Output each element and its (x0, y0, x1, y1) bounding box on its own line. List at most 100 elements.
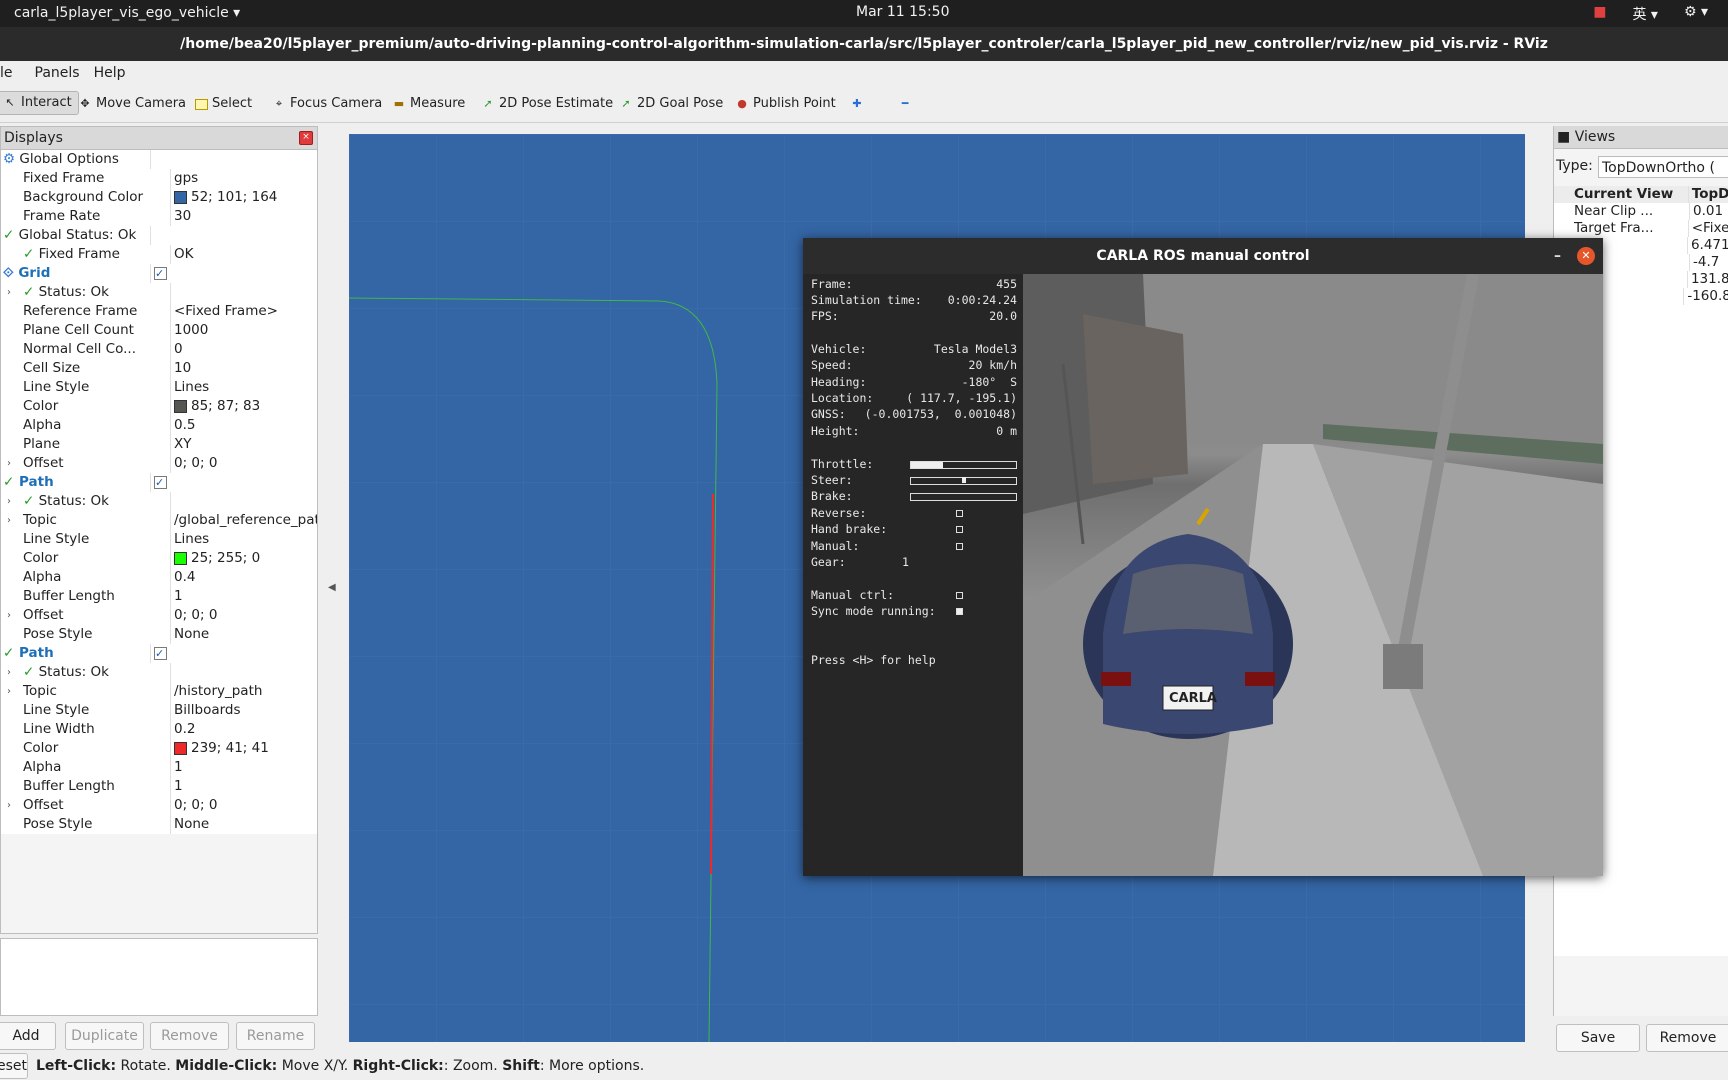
display-row-value[interactable]: Lines (171, 378, 317, 397)
save-view-button[interactable]: Save (1556, 1024, 1640, 1052)
display-row[interactable]: › Topic/history_path (1, 682, 317, 701)
display-row[interactable]: Color 85; 87; 83 (1, 397, 317, 416)
display-row-value[interactable]: 239; 41; 41 (171, 739, 317, 758)
display-row-value[interactable]: Lines (171, 530, 317, 549)
display-row-value[interactable]: None (171, 815, 317, 834)
goal-pose-tool[interactable]: ➚ 2D Goal Pose (619, 93, 723, 115)
display-row[interactable]: Line Width 0.2 (1, 720, 317, 739)
display-row[interactable]: › ✓ Status: Ok (1, 492, 317, 511)
display-row[interactable]: ✓ Path (1, 644, 317, 663)
collapse-left-icon[interactable]: ◀ (328, 582, 336, 593)
display-row[interactable]: Normal Cell Co... 0 (1, 340, 317, 359)
display-row-value[interactable]: /global_reference_path (171, 511, 317, 530)
view-type-select[interactable]: TopDownOrtho ( (1598, 156, 1728, 178)
display-row-value[interactable]: 1000 (171, 321, 317, 340)
add-tool-button[interactable]: ✚ (850, 93, 864, 115)
display-row[interactable]: Reference Frame <Fixed Frame> (1, 302, 317, 321)
display-row[interactable]: Fixed Frame gps (1, 169, 317, 188)
expand-arrow-icon[interactable]: › (7, 511, 11, 530)
measure-tool[interactable]: ▬ Measure (392, 93, 465, 115)
display-row[interactable]: Plane XY (1, 435, 317, 454)
menu-panels[interactable]: Panels (35, 61, 80, 86)
display-row[interactable]: ⚙ Global Options (1, 150, 317, 169)
display-row[interactable]: Alpha 0.5 (1, 416, 317, 435)
display-row[interactable]: Line Style Billboards (1, 701, 317, 720)
focus-camera-tool[interactable]: ⌖ Focus Camera (272, 93, 382, 115)
expand-arrow-icon[interactable]: › (7, 796, 11, 815)
display-row-value[interactable] (151, 473, 317, 492)
display-row[interactable]: Plane Cell Count 1000 (1, 321, 317, 340)
display-row[interactable]: ✓ Global Status: Ok (1, 226, 317, 245)
display-row-value[interactable] (151, 226, 317, 245)
expand-arrow-icon[interactable]: › (7, 283, 11, 302)
display-row[interactable]: › Offset 0; 0; 0 (1, 606, 317, 625)
clock[interactable]: Mar 11 15:50 (856, 4, 949, 20)
display-row[interactable]: Buffer Length 1 (1, 777, 317, 796)
display-row-value[interactable]: 30 (171, 207, 317, 226)
network-icon[interactable]: ⚙ ▾ (1684, 4, 1708, 24)
display-row[interactable]: Buffer Length 1 (1, 587, 317, 606)
display-row[interactable]: › Topic/global_reference_path (1, 511, 317, 530)
expand-arrow-icon[interactable]: › (7, 492, 11, 511)
display-row-value[interactable]: 0; 0; 0 (171, 454, 317, 473)
app-menu[interactable]: carla_l5player_vis_ego_vehicle ▾ (14, 5, 240, 21)
display-row[interactable]: Color 239; 41; 41 (1, 739, 317, 758)
enable-checkbox[interactable] (154, 473, 167, 492)
camera-icon[interactable]: ■ (1593, 4, 1606, 24)
display-row[interactable]: Line Style Lines (1, 530, 317, 549)
color-swatch[interactable] (174, 190, 187, 204)
display-row-value[interactable]: 1 (171, 758, 317, 777)
expand-arrow-icon[interactable]: › (7, 663, 11, 682)
display-row[interactable]: › ✓ Status: Ok (1, 283, 317, 302)
display-row-value[interactable]: None (171, 625, 317, 644)
enable-checkbox[interactable] (154, 644, 167, 663)
remove-view-button[interactable]: Remove (1646, 1024, 1728, 1052)
display-row-value[interactable] (151, 644, 317, 663)
remove-display-button[interactable]: Remove (150, 1022, 229, 1050)
display-row-value[interactable]: 85; 87; 83 (171, 397, 317, 416)
select-tool[interactable]: Select (195, 93, 252, 115)
publish-point-tool[interactable]: ● Publish Point (735, 93, 836, 115)
display-row-value[interactable]: 10 (171, 359, 317, 378)
close-icon[interactable]: × (299, 131, 313, 145)
display-row-value[interactable] (171, 492, 317, 511)
expand-arrow-icon[interactable]: › (7, 606, 11, 625)
display-row[interactable]: ✓ Path (1, 473, 317, 492)
color-swatch[interactable] (174, 741, 187, 755)
display-row[interactable]: ⟐ Grid (1, 264, 317, 283)
move-camera-tool[interactable]: ✥ Move Camera (78, 93, 186, 115)
display-row-value[interactable] (171, 663, 317, 682)
close-icon[interactable]: ✕ (1577, 247, 1595, 265)
remove-tool-button[interactable]: ━ (898, 93, 912, 115)
reset-button[interactable]: eset (0, 1053, 28, 1079)
display-row[interactable]: Pose Style None (1, 625, 317, 644)
display-row-value[interactable]: OK (171, 245, 317, 264)
display-row[interactable]: ✓ Fixed Frame OK (1, 245, 317, 264)
color-swatch[interactable] (174, 399, 187, 413)
display-row-value[interactable]: 1 (171, 587, 317, 606)
display-row-value[interactable]: 1 (171, 777, 317, 796)
expand-arrow-icon[interactable]: › (7, 454, 11, 473)
carla-titlebar[interactable]: CARLA ROS manual control – ✕ (803, 238, 1603, 274)
color-swatch[interactable] (174, 551, 187, 565)
menu-file[interactable]: le (0, 61, 13, 86)
input-method[interactable]: 英 ▾ (1632, 4, 1657, 24)
display-row-value[interactable] (151, 150, 317, 169)
interact-tool[interactable]: ↖ Interact (0, 91, 79, 115)
display-row[interactable]: Cell Size 10 (1, 359, 317, 378)
duplicate-button[interactable]: Duplicate (65, 1022, 144, 1050)
display-row-value[interactable]: XY (171, 435, 317, 454)
display-row[interactable]: Color 25; 255; 0 (1, 549, 317, 568)
expand-arrow-icon[interactable]: › (7, 682, 11, 701)
minimize-icon[interactable]: – (1554, 238, 1561, 274)
display-row-value[interactable] (151, 264, 317, 283)
display-row[interactable]: Background Color 52; 101; 164 (1, 188, 317, 207)
display-row-value[interactable]: 0; 0; 0 (171, 796, 317, 815)
enable-checkbox[interactable] (154, 264, 167, 283)
display-row-value[interactable]: /history_path (171, 682, 317, 701)
display-row-value[interactable]: gps (171, 169, 317, 188)
display-row[interactable]: › Offset 0; 0; 0 (1, 796, 317, 815)
display-row-value[interactable]: 25; 255; 0 (171, 549, 317, 568)
display-row[interactable]: Alpha 0.4 (1, 568, 317, 587)
pose-estimate-tool[interactable]: ➚ 2D Pose Estimate (481, 93, 613, 115)
